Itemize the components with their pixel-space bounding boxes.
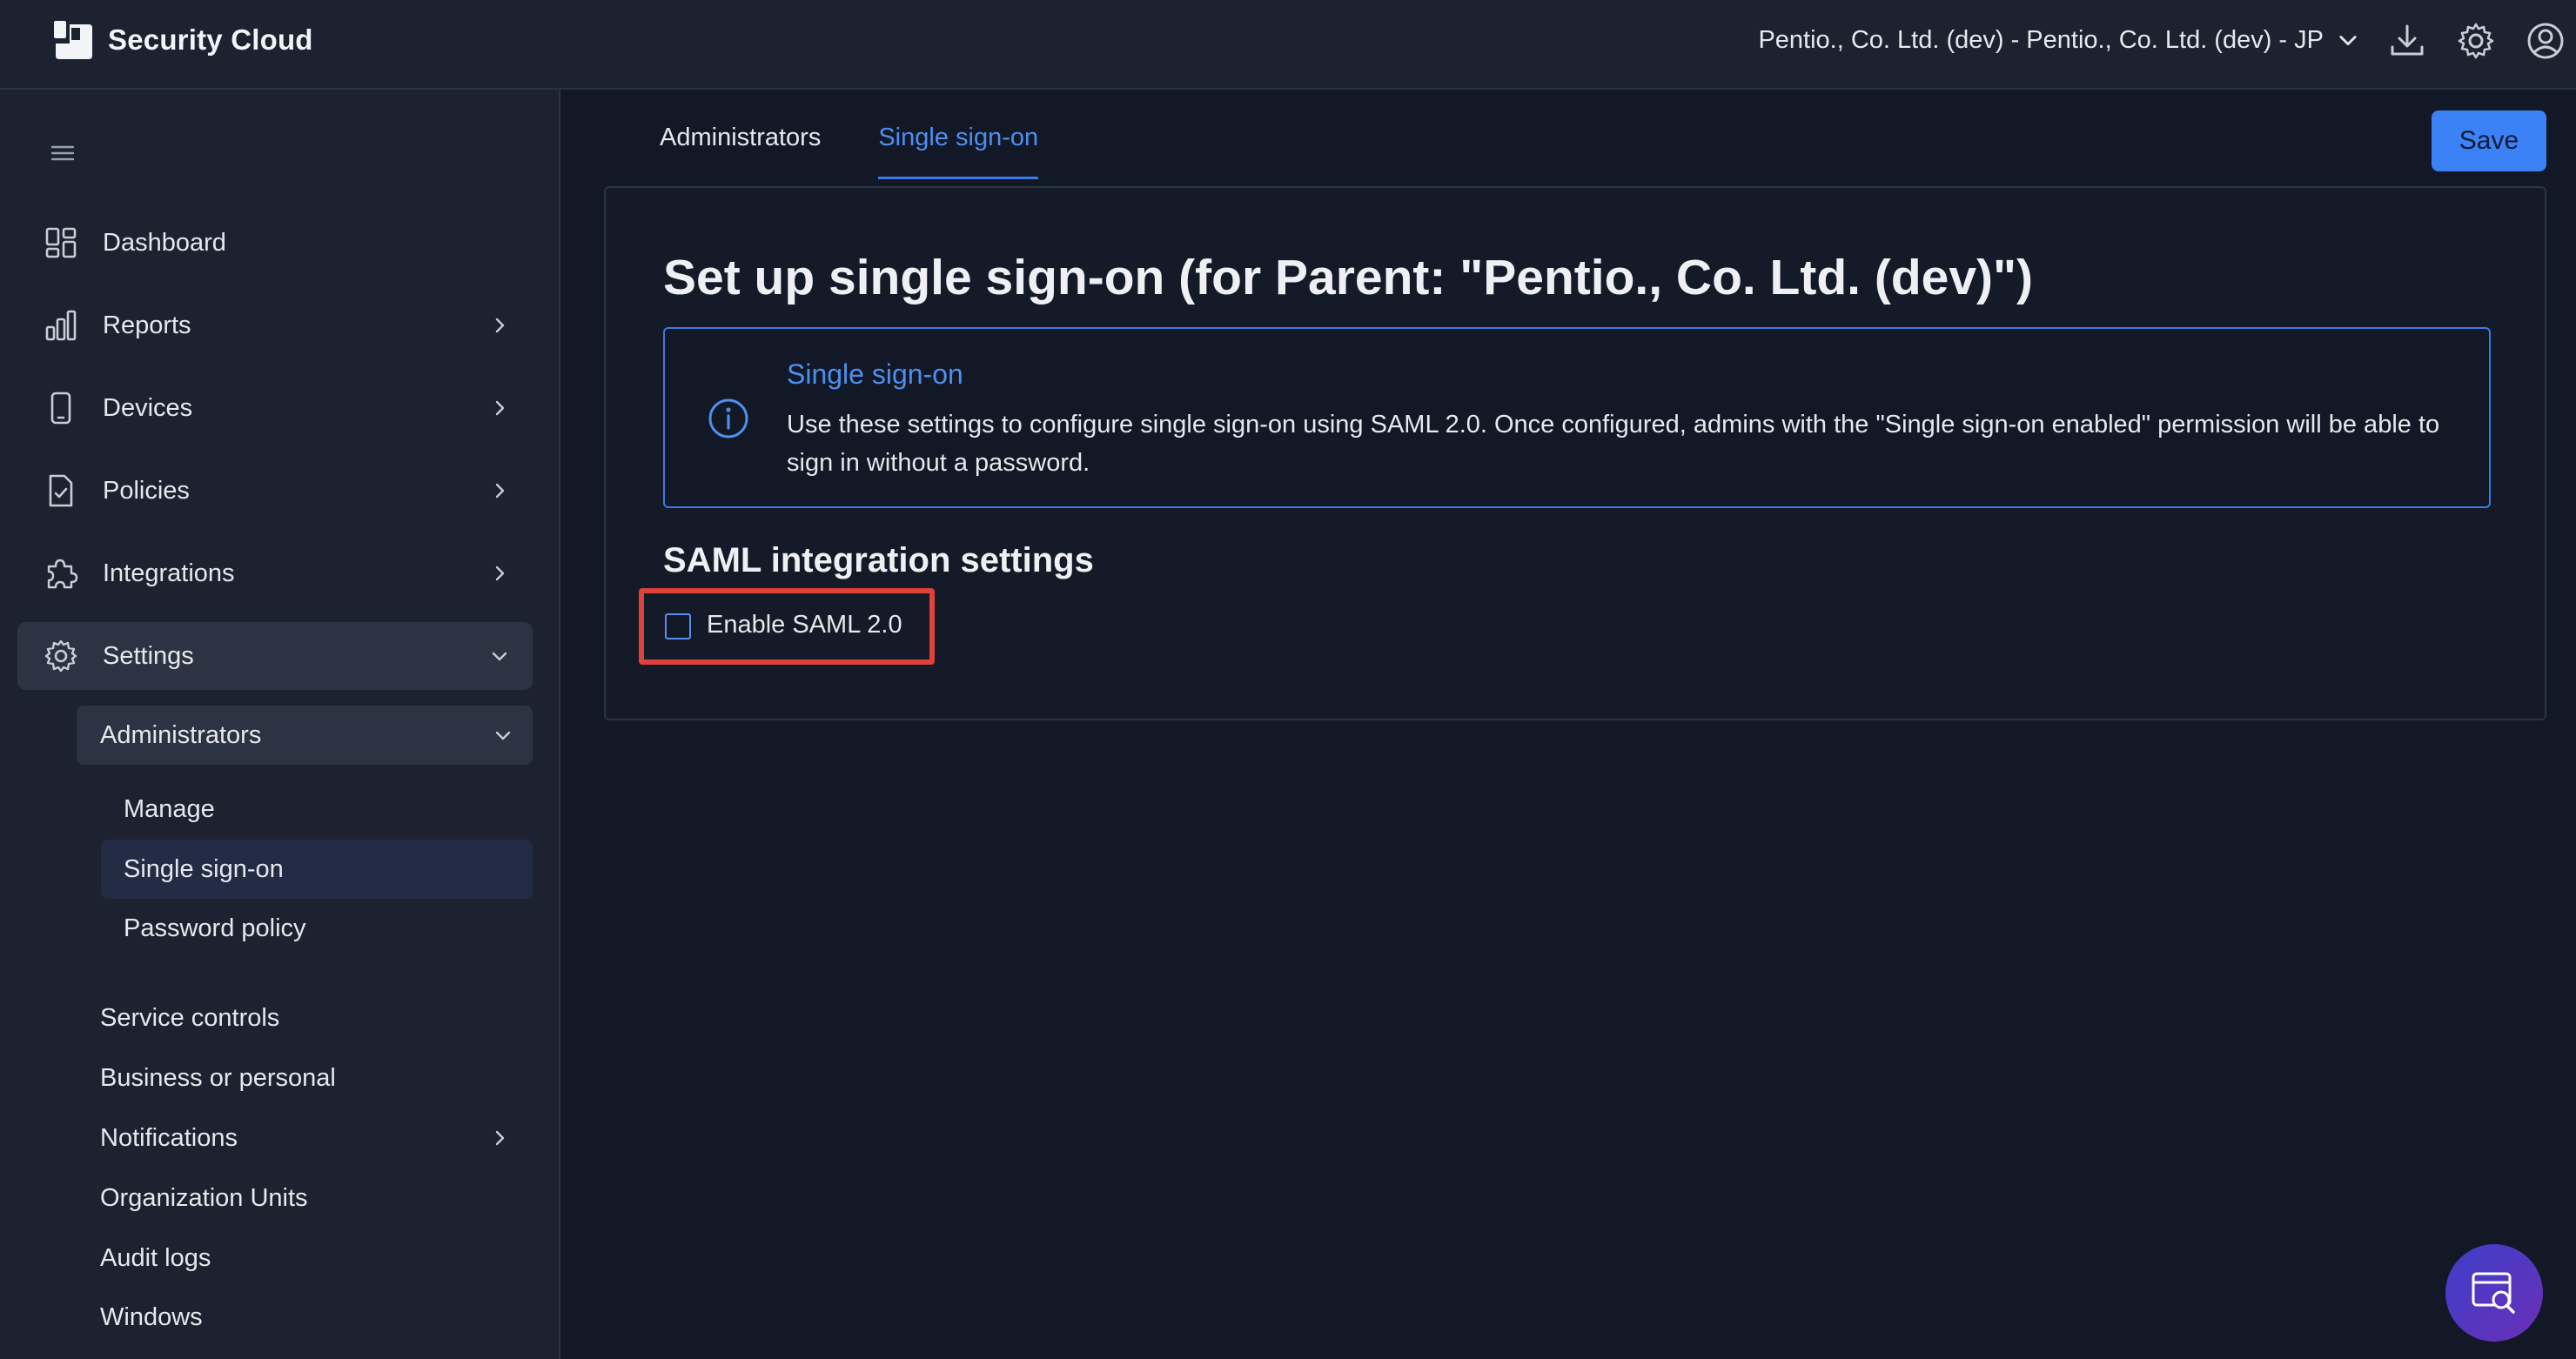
sidebar-item-label: Reports [103,311,191,339]
org-selector-label: Pentio., Co. Ltd. (dev) - Pentio., Co. L… [1758,25,2324,54]
phone-icon [44,391,78,425]
gear-icon [44,639,78,673]
sidebar-item-notifications[interactable]: Notifications [77,1112,533,1164]
sidebar-item-label: Administrators [100,721,262,749]
tab-administrators[interactable]: Administrators [660,124,821,179]
user-icon [2527,23,2564,59]
sidebar-item-label: Single sign-on [124,855,284,883]
chevron-right-icon [489,480,510,501]
enable-saml-checkbox[interactable] [665,613,691,639]
sidebar-item-reports[interactable]: Reports [17,291,533,359]
tab-single-sign-on[interactable]: Single sign-on [878,124,1039,179]
chevron-right-icon [489,315,510,336]
sidebar-item-settings[interactable]: Settings [17,622,533,690]
tab-bar: Administrators Single sign-on [660,124,1039,179]
enable-saml-label[interactable]: Enable SAML 2.0 [707,611,902,639]
save-button[interactable]: Save [2432,110,2546,171]
sidebar-item-devices[interactable]: Devices [17,374,533,442]
sidebar-item-label: Manage [124,795,215,823]
sidebar-item-business-or-personal[interactable]: Business or personal [77,1052,533,1104]
section-title: SAML integration settings [663,541,1094,579]
sidebar-item-password-policy[interactable]: Password policy [101,899,533,958]
brand-name: Security Cloud [108,23,313,56]
sidebar-item-label: Policies [103,476,190,505]
enable-saml-highlight: Enable SAML 2.0 [639,588,935,665]
sidebar-item-windows[interactable]: Windows [77,1291,533,1343]
policy-document-icon [44,473,78,508]
sidebar-item-organization-units[interactable]: Organization Units [77,1172,533,1224]
info-callout-body: Use these settings to configure single s… [787,411,2440,477]
sidebar-item-label: Settings [103,641,194,670]
sidebar-item-label: Notifications [100,1124,238,1152]
hamburger-menu-icon [50,145,75,161]
sidebar-item-manage[interactable]: Manage [101,780,533,839]
sidebar-item-label: Integrations [103,559,235,587]
bar-chart-icon [44,308,78,343]
sidebar-item-policies[interactable]: Policies [17,457,533,525]
org-selector[interactable]: Pentio., Co. Ltd. (dev) - Pentio., Co. L… [1758,23,2360,57]
sidebar-item-service-controls[interactable]: Service controls [77,992,533,1044]
sidebar-item-administrators[interactable]: Administrators [77,706,533,765]
chevron-down-icon [2339,36,2357,46]
brand[interactable]: Security Cloud [54,21,313,59]
sidebar-item-label: Business or personal [100,1064,336,1092]
account-button[interactable] [2526,21,2566,61]
download-icon [2391,24,2424,56]
sidebar-item-integrations[interactable]: Integrations [17,539,533,607]
collapse-sidebar-button[interactable] [49,139,77,167]
sidebar-item-label: Organization Units [100,1184,308,1212]
sso-settings-panel: Set up single sign-on (for Parent: "Pent… [604,186,2546,720]
chevron-down-icon [489,646,510,666]
sidebar-item-label: Password policy [124,914,306,942]
sidebar: Dashboard Reports Devices Policies Integ… [0,90,560,1359]
dashboard-icon [44,225,78,260]
settings-button[interactable] [2456,21,2496,61]
sidebar-item-single-sign-on[interactable]: Single sign-on [101,840,533,899]
puzzle-icon [44,556,78,591]
download-button[interactable] [2387,21,2427,61]
security-cloud-logo-icon [54,21,92,59]
chevron-right-icon [489,398,510,418]
info-icon [707,397,750,440]
gear-icon [2458,23,2494,59]
sidebar-item-label: Devices [103,393,193,422]
info-callout-title: Single sign-on [787,358,963,390]
sidebar-item-label: Service controls [100,1004,280,1032]
sidebar-item-label: Windows [100,1303,203,1331]
search-window-icon [2472,1272,2515,1314]
sidebar-item-label: Audit logs [100,1244,211,1272]
info-callout: Single sign-on Use these settings to con… [663,327,2491,508]
sidebar-item-dashboard[interactable]: Dashboard [17,209,533,277]
chevron-down-icon [493,725,513,746]
chevron-right-icon [489,563,510,584]
page-title: Set up single sign-on (for Parent: "Pent… [663,250,2034,305]
help-search-button[interactable] [2445,1244,2543,1342]
top-bar: Security Cloud Pentio., Co. Ltd. (dev) -… [0,0,2576,90]
chevron-right-icon [489,1128,510,1148]
sidebar-item-label: Dashboard [103,228,226,257]
sidebar-item-audit-logs[interactable]: Audit logs [77,1232,533,1284]
